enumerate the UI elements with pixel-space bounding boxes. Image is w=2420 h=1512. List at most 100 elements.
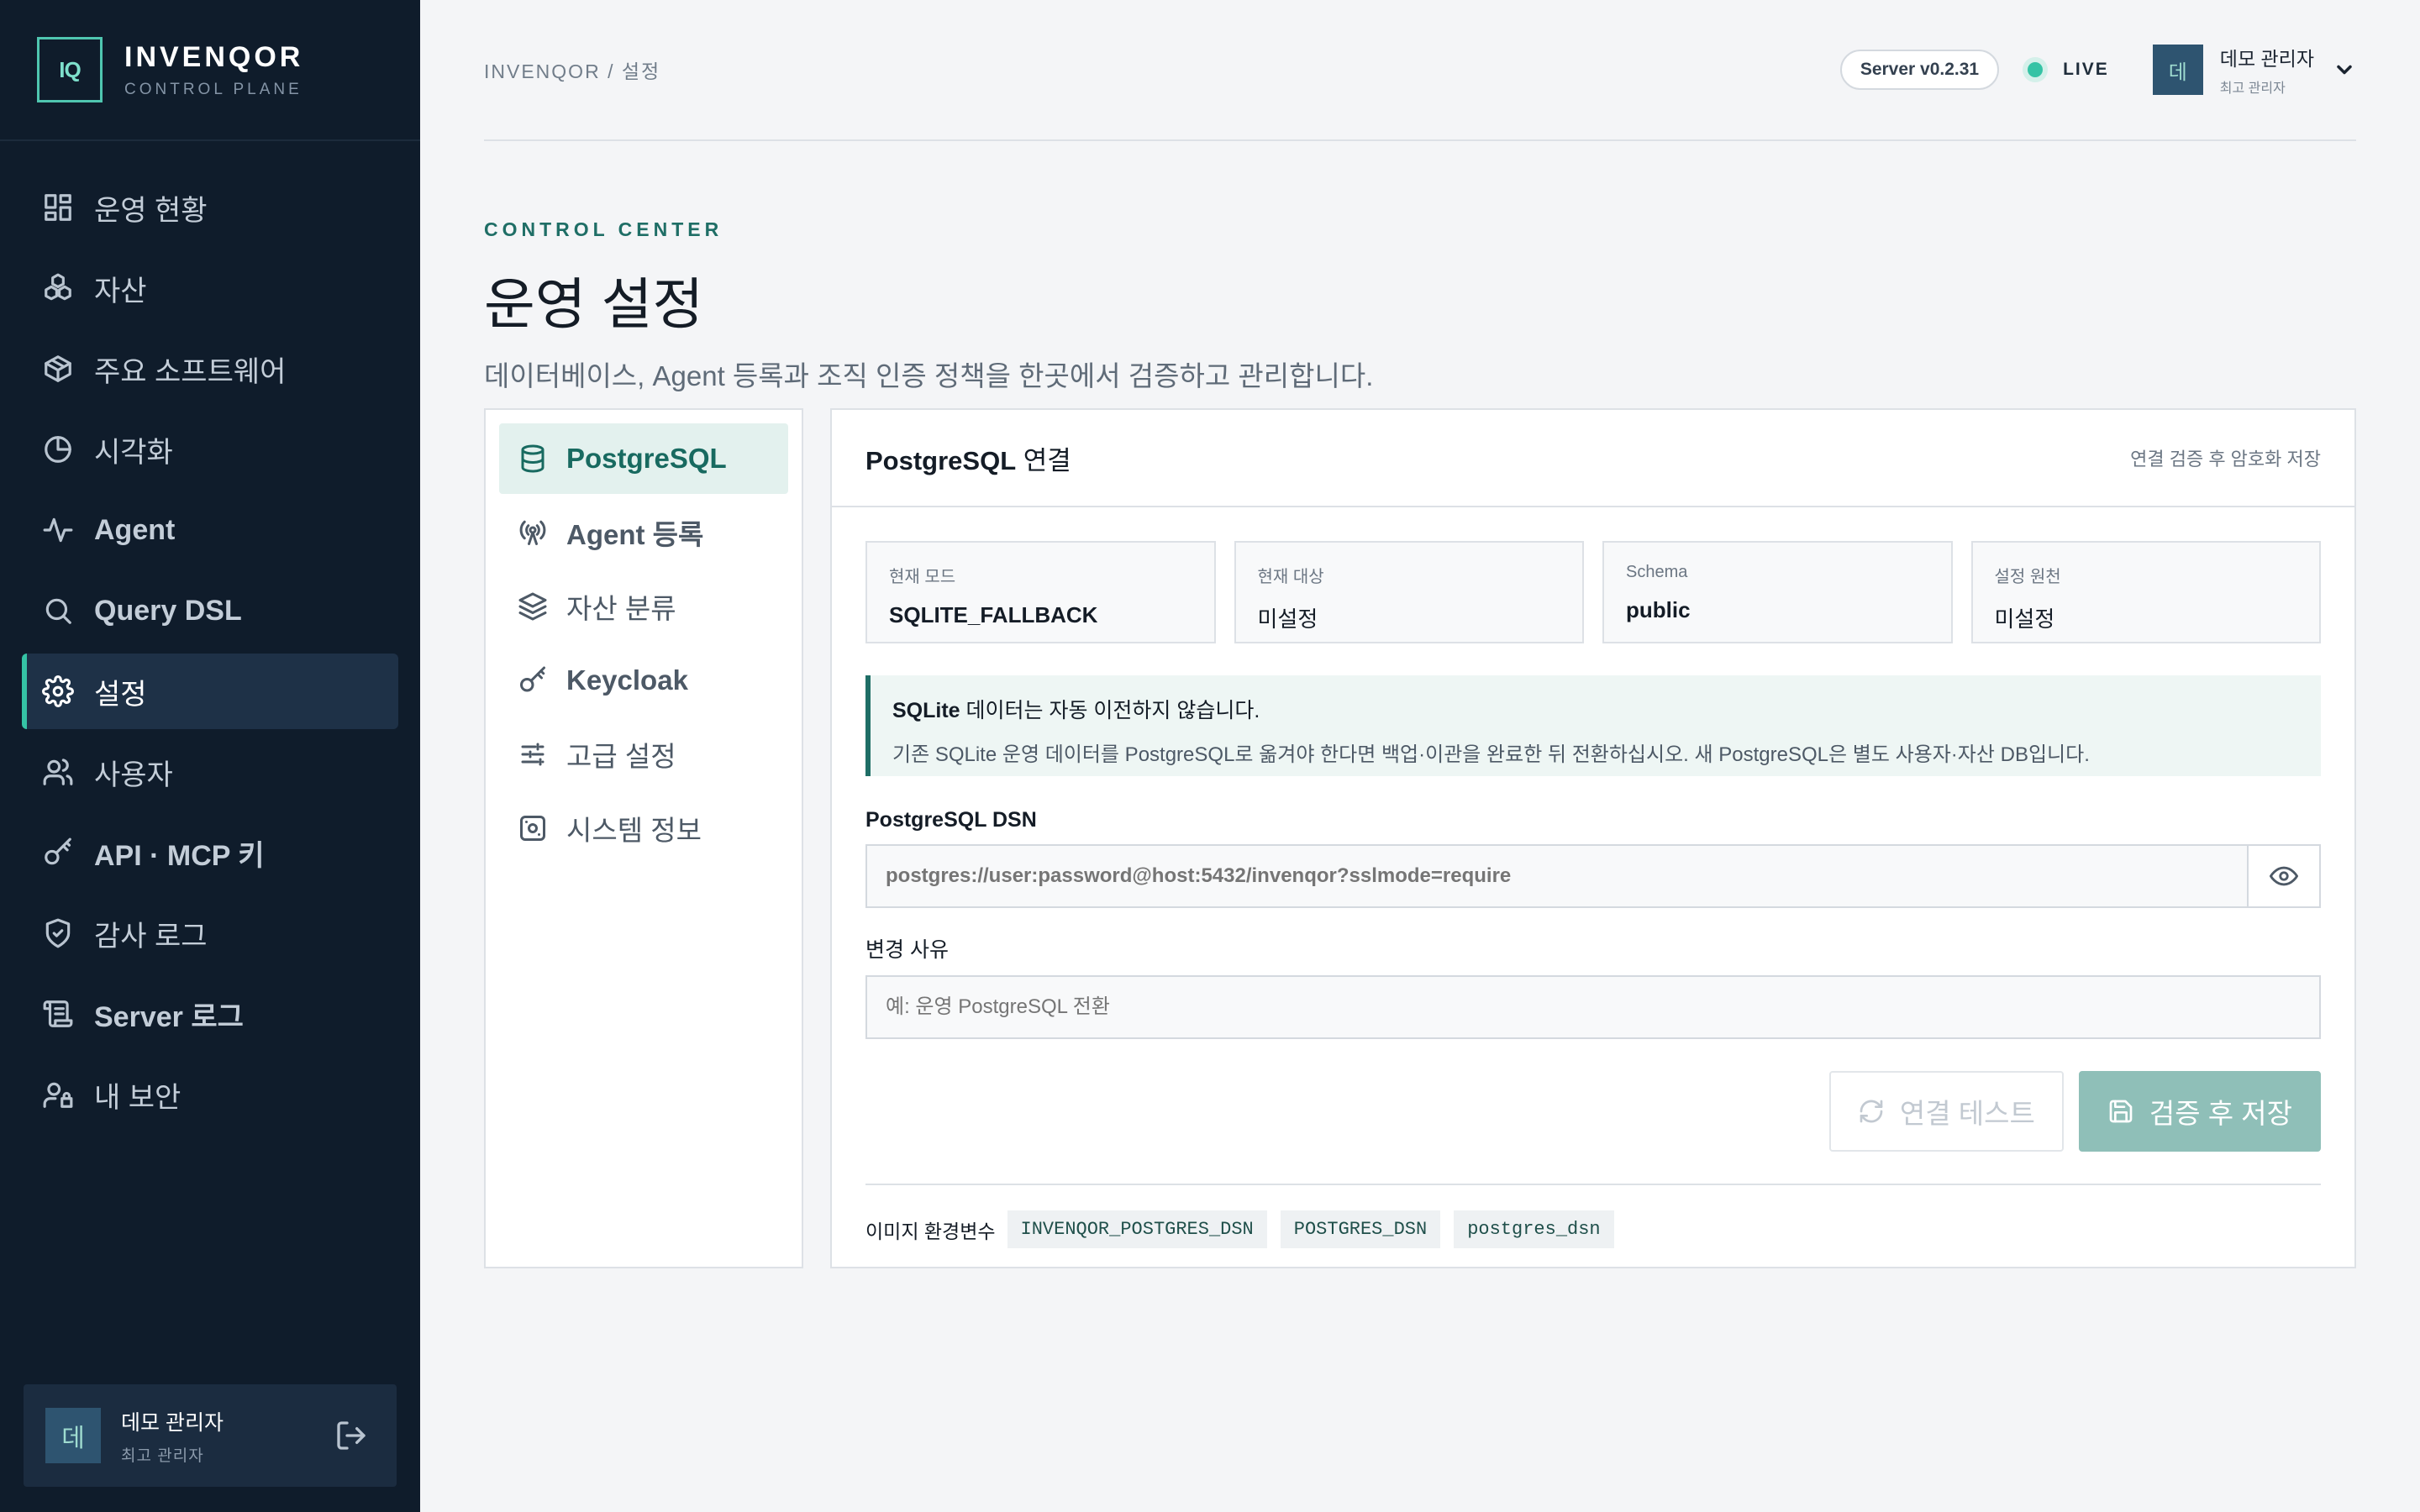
sidebar-item-label: 자산 <box>94 275 147 307</box>
reason-input[interactable] <box>865 975 2321 1039</box>
stat-value: SQLITE_FALLBACK <box>889 602 1098 627</box>
toggle-visibility-button[interactable] <box>2249 844 2321 908</box>
dashboard-icon <box>45 194 71 221</box>
user-role: 최고 관리자 <box>2219 81 2286 96</box>
database-icon <box>521 444 544 473</box>
stat-label: 설정 원천 <box>1994 568 2061 586</box>
chart-icon <box>45 436 71 463</box>
user-meta: 데모 관리자 최고 관리자 <box>121 1406 334 1466</box>
sidebar-item-agent[interactable]: Agent <box>22 492 398 568</box>
sidebar-item-my-security[interactable]: 내 보안 <box>22 1057 398 1132</box>
sidebar-item-query-dsl[interactable]: Query DSL <box>22 573 398 648</box>
user-role: 최고 관리자 <box>121 1446 204 1465</box>
sidebar-item-label: API · MCP 키 <box>94 839 265 872</box>
sidebar-item-label: 시각화 <box>94 436 173 469</box>
postgresql-panel: PostgreSQL 연결 연결 검증 후 암호화 저장 현재 모드 SQLIT… <box>830 408 2356 1268</box>
dsn-input-row <box>865 844 2321 908</box>
stat-label: 현재 모드 <box>889 568 956 586</box>
subnav-item-label: Keycloak <box>566 664 688 696</box>
server-version-badge: Server v0.2.31 <box>1839 50 2000 90</box>
stat-card-target: 현재 대상 미설정 <box>1234 541 1584 643</box>
page-eyebrow: CONTROL CENTER <box>484 218 723 240</box>
sidebar-item-users[interactable]: 사용자 <box>22 734 398 810</box>
sliders-icon <box>521 743 544 766</box>
button-label: 검증 후 저장 <box>2149 1098 2292 1129</box>
alert-title-rest: 데이터는 자동 이전하지 않습니다. <box>960 699 1260 722</box>
avatar: 데 <box>45 1408 101 1463</box>
status-cards: 현재 모드 SQLITE_FALLBACK 현재 대상 미설정 Schema p… <box>865 541 2321 643</box>
sidebar-item-settings[interactable]: 설정 <box>22 654 398 729</box>
subnav-item-asset-classification[interactable]: 자산 분류 <box>499 571 788 642</box>
sidebar-nav: 운영 현황 자산 주요 소프트웨어 시각화 Agent Query DSL 설정 <box>0 141 420 1132</box>
sidebar-item-label: 사용자 <box>94 759 173 791</box>
subnav-item-postgresql[interactable]: PostgreSQL <box>499 423 788 494</box>
sidebar-item-api-keys[interactable]: API · MCP 키 <box>22 815 398 890</box>
activity-icon <box>43 517 73 543</box>
dsn-input[interactable] <box>865 844 2249 908</box>
env-var-chip: INVENQOR_POSTGRES_DSN <box>1007 1210 1267 1248</box>
sidebar-item-visualization[interactable]: 시각화 <box>22 412 398 487</box>
system-icon <box>520 816 545 841</box>
sidebar-item-audit-log[interactable]: 감사 로그 <box>22 895 398 971</box>
brand-logo: IQ <box>37 37 103 102</box>
user-name: 데모 관리자 <box>2219 48 2314 70</box>
brand-text: INVENQOR CONTROL PLANE <box>124 41 303 99</box>
users-icon <box>43 759 73 785</box>
stat-value: 미설정 <box>1257 606 1318 632</box>
sidebar-item-label: Query DSL <box>94 594 242 627</box>
subnav-item-label: 자산 분류 <box>566 593 676 624</box>
subnav-item-keycloak[interactable]: Keycloak <box>499 645 788 716</box>
antenna-icon <box>519 520 546 545</box>
stat-card-schema: Schema public <box>1602 541 1953 643</box>
subnav-item-label: PostgreSQL <box>566 443 727 474</box>
sidebar-item-software[interactable]: 주요 소프트웨어 <box>22 331 398 407</box>
user-menu[interactable]: 데 데모 관리자 최고 관리자 <box>2152 43 2356 97</box>
sidebar-item-label: 내 보안 <box>94 1081 182 1114</box>
chevron-down-icon <box>2337 65 2352 75</box>
panel-body: 현재 모드 SQLITE_FALLBACK 현재 대상 미설정 Schema p… <box>832 507 2354 1282</box>
package-icon <box>45 355 71 382</box>
topbar: INVENQOR / 설정 Server v0.2.31 LIVE 데 데모 관… <box>484 0 2356 141</box>
sidebar-item-server-log[interactable]: Server 로그 <box>22 976 398 1052</box>
sidebar-item-label: Agent <box>94 513 176 546</box>
stat-card-source: 설정 원천 미설정 <box>1970 541 2321 643</box>
user-meta: 데모 관리자 최고 관리자 <box>2220 43 2314 97</box>
sidebar-item-label: 설정 <box>94 678 147 711</box>
subnav-item-label: Agent 등록 <box>566 519 704 550</box>
page-description: 데이터베이스, Agent 등록과 조직 인증 정책을 한곳에서 검증하고 관리… <box>484 360 1374 391</box>
connection-test-button[interactable]: 연결 테스트 <box>1828 1071 2064 1152</box>
sidebar: IQ INVENQOR CONTROL PLANE 운영 현황 자산 주요 소프… <box>0 0 420 1512</box>
subnav-item-advanced[interactable]: 고급 설정 <box>499 719 788 790</box>
verify-save-button[interactable]: 검증 후 저장 <box>2078 1071 2321 1152</box>
logout-icon[interactable] <box>334 1419 368 1452</box>
live-dot-icon <box>2028 62 2044 77</box>
panel-title: PostgreSQL 연결 <box>865 439 2130 477</box>
sidebar-item-label: 주요 소프트웨어 <box>94 355 287 388</box>
env-label: 이미지 환경변수 <box>865 1220 996 1242</box>
key-icon <box>520 666 545 692</box>
user-lock-icon <box>43 1082 73 1108</box>
env-var-chip: postgres_dsn <box>1454 1210 1614 1248</box>
settings-subnav: PostgreSQL Agent 등록 자산 분류 Keycloak 고급 설정… <box>484 408 803 1268</box>
layers-icon <box>518 592 547 621</box>
divider <box>865 1184 2321 1185</box>
avatar: 데 <box>2152 45 2203 95</box>
subnav-item-system-info[interactable]: 시스템 정보 <box>499 793 788 864</box>
brand[interactable]: IQ INVENQOR CONTROL PLANE <box>0 0 420 141</box>
reason-input-row <box>865 975 2321 1039</box>
subnav-item-agent-registration[interactable]: Agent 등록 <box>499 497 788 568</box>
env-var-chip: POSTGRES_DSN <box>1280 1210 1441 1248</box>
breadcrumb: INVENQOR / 설정 <box>484 60 661 82</box>
shield-check-icon <box>45 918 71 948</box>
stat-label: Schema <box>1626 563 1688 581</box>
migration-warning: SQLite 데이터는 자동 이전하지 않습니다. 기존 SQLite 운영 데… <box>865 675 2321 776</box>
sidebar-item-dashboard[interactable]: 운영 현황 <box>22 170 398 245</box>
live-status: LIVE <box>2028 60 2109 80</box>
sidebar-user-card: 데 데모 관리자 최고 관리자 <box>24 1384 397 1487</box>
reason-label: 변경 사유 <box>865 938 949 962</box>
panel-title-rest: 연결 <box>1016 445 1071 475</box>
live-status-label: LIVE <box>2063 60 2109 79</box>
save-icon <box>2109 1100 2133 1123</box>
alert-title-strong: SQLite <box>892 699 960 722</box>
sidebar-item-assets[interactable]: 자산 <box>22 250 398 326</box>
